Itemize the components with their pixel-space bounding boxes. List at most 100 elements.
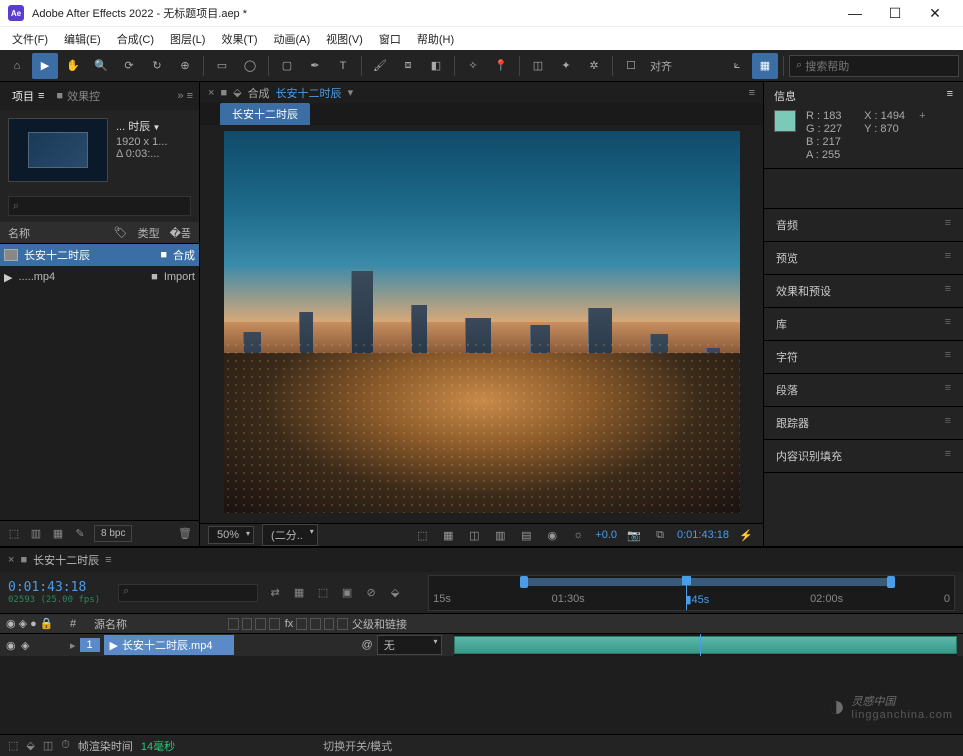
close-button[interactable]: ✕	[915, 0, 955, 26]
puppet-tool-icon[interactable]: 📍	[488, 53, 514, 79]
work-area-start-handle[interactable]	[520, 576, 528, 588]
selection-tool-icon[interactable]: ▶	[32, 53, 58, 79]
track-playhead[interactable]	[700, 634, 701, 656]
workspace-icon[interactable]: ⟀	[724, 53, 750, 79]
section-preview[interactable]: 预览	[764, 242, 963, 275]
tab-menu-icon[interactable]: ≡	[105, 554, 111, 566]
comp-name[interactable]: 长安十二时辰	[276, 85, 342, 101]
project-item-footage[interactable]: ▶ .....mp4 ■ Import	[0, 266, 199, 288]
time-ruler[interactable]: 15s 01:30s ▮45s 02:00s 0	[428, 575, 955, 611]
anchor-tool-icon[interactable]: ⊕	[172, 53, 198, 79]
maximize-button[interactable]: ☐	[875, 0, 915, 26]
flow-icon[interactable]: ⬙	[233, 86, 241, 99]
light-tool-icon[interactable]: ✲	[581, 53, 607, 79]
motion-blur-icon[interactable]: ⊘	[362, 584, 380, 602]
timeline-timecode[interactable]: 0:01:43:18	[8, 580, 86, 595]
orbit-tool-icon[interactable]: ⟳	[116, 53, 142, 79]
new-comp-icon[interactable]: ▦	[50, 526, 66, 542]
layer-av-toggles[interactable]: ◉ ◈	[6, 639, 66, 652]
dropdown-icon[interactable]: ▾	[348, 86, 354, 99]
new-folder-icon[interactable]: ▥	[28, 526, 44, 542]
col-source-name[interactable]: 源名称	[94, 616, 224, 632]
bit-depth[interactable]: 8 bpc	[94, 525, 132, 542]
panel-menu-icon[interactable]: ≡	[749, 87, 755, 99]
section-paragraph[interactable]: 段落	[764, 374, 963, 407]
pickwhip-icon[interactable]: @	[362, 639, 373, 651]
resolution-select[interactable]: (二分..	[262, 524, 318, 546]
toggle-in-out-icon[interactable]: ◫	[43, 739, 53, 752]
toggle-switches-icon[interactable]: ⬚	[8, 739, 18, 752]
clone-tool-icon[interactable]: ⧈	[395, 53, 421, 79]
col-number[interactable]: #	[70, 618, 90, 630]
col-av[interactable]: ◉ ◈ ● 🔒	[6, 617, 66, 630]
lock-icon[interactable]: ■	[220, 87, 227, 99]
show-snapshot-icon[interactable]: ⧉	[651, 526, 669, 544]
hand-tool-icon[interactable]: ✋	[60, 53, 86, 79]
mask-icon[interactable]: ◫	[465, 526, 483, 544]
shy-icon[interactable]: ⬚	[314, 584, 332, 602]
guide-icon[interactable]: ▥	[491, 526, 509, 544]
layer-bar[interactable]	[454, 636, 957, 654]
audio-toggle-icon[interactable]: ◈	[21, 639, 33, 652]
help-search[interactable]: ⌕ 搜索帮助	[789, 55, 959, 77]
zoom-tool-icon[interactable]: 🔍	[88, 53, 114, 79]
menu-edit[interactable]: 编辑(E)	[56, 29, 109, 49]
snap-checkbox[interactable]: ☐	[618, 53, 644, 79]
asset-thumbnail[interactable]	[8, 118, 108, 182]
menu-layer[interactable]: 图层(L)	[162, 29, 213, 49]
work-area-end-handle[interactable]	[887, 576, 895, 588]
text-tool-icon[interactable]: T	[330, 53, 356, 79]
col-name[interactable]: 名称	[8, 225, 30, 241]
transparency-grid-icon[interactable]: ▦	[439, 526, 457, 544]
tab-effect-controls[interactable]: ■ 效果控	[50, 84, 106, 108]
eraser-tool-icon[interactable]: ◧	[423, 53, 449, 79]
snapshot-icon[interactable]: 📷	[625, 526, 643, 544]
comp-active-tab[interactable]: 长安十二时辰	[220, 103, 310, 125]
frame-blend-icon[interactable]: ▣	[338, 584, 356, 602]
exposure-value[interactable]: +0.0	[595, 529, 617, 541]
fast-preview-icon[interactable]: ⚡	[737, 526, 755, 544]
timeline-body[interactable]: ◑ 灵感中国 lingganchina.com	[0, 656, 963, 734]
menu-help[interactable]: 帮助(H)	[409, 29, 462, 49]
section-character[interactable]: 字符	[764, 341, 963, 374]
trash-icon[interactable]: 🗑	[177, 526, 193, 542]
timeline-search[interactable]: ⌕	[118, 584, 258, 602]
asset-name[interactable]: ... 时辰	[116, 118, 191, 134]
grid-icon[interactable]: ▤	[517, 526, 535, 544]
viewer-canvas[interactable]	[224, 131, 740, 513]
section-tracker[interactable]: 跟踪器	[764, 407, 963, 440]
adjust-icon[interactable]: ✎	[72, 526, 88, 542]
channel-icon[interactable]: ◉	[543, 526, 561, 544]
panel-menu-icon[interactable]: ≡	[947, 88, 953, 104]
layer-parent[interactable]: @ 无	[362, 635, 442, 655]
timeline-timecode-block[interactable]: 0:01:43:18 02593 (25.00 fps)	[8, 580, 100, 605]
brush-tool-icon[interactable]: 🖌	[367, 53, 393, 79]
home-icon[interactable]: ⌂	[4, 53, 30, 79]
zoom-select[interactable]: 50%	[208, 526, 254, 544]
viewer-timecode[interactable]: 0:01:43:18	[677, 529, 729, 541]
section-library[interactable]: 库	[764, 308, 963, 341]
minimize-button[interactable]: —	[835, 0, 875, 26]
menu-animation[interactable]: 动画(A)	[266, 29, 319, 49]
interpret-icon[interactable]: ⬚	[6, 526, 22, 542]
3d-tool-icon[interactable]: ◫	[525, 53, 551, 79]
menu-view[interactable]: 视图(V)	[318, 29, 371, 49]
section-effects-presets[interactable]: 效果和预设	[764, 275, 963, 308]
viewer[interactable]	[200, 125, 763, 523]
toggle-modes-icon[interactable]: ⬙	[26, 739, 34, 752]
menu-composition[interactable]: 合成(C)	[109, 29, 162, 49]
parent-select[interactable]: 无	[377, 635, 442, 655]
rect-mask-tool-icon[interactable]: ▭	[209, 53, 235, 79]
menu-effect[interactable]: 效果(T)	[213, 29, 265, 49]
ellipse-mask-tool-icon[interactable]: ◯	[237, 53, 263, 79]
project-item-comp[interactable]: 长安十二时辰 ■ 合成	[0, 244, 199, 266]
work-area[interactable]	[524, 578, 891, 586]
roto-tool-icon[interactable]: ✧	[460, 53, 486, 79]
grid-icon[interactable]: ▦	[752, 53, 778, 79]
toggle-switches-modes[interactable]: 切换开关/模式	[323, 738, 392, 754]
close-tab-icon[interactable]: ×	[208, 87, 214, 99]
shape-tool-icon[interactable]: ▢	[274, 53, 300, 79]
pen-tool-icon[interactable]: ✒	[302, 53, 328, 79]
layer-number[interactable]: 1	[80, 638, 100, 652]
add-info-icon[interactable]: +	[919, 110, 925, 122]
